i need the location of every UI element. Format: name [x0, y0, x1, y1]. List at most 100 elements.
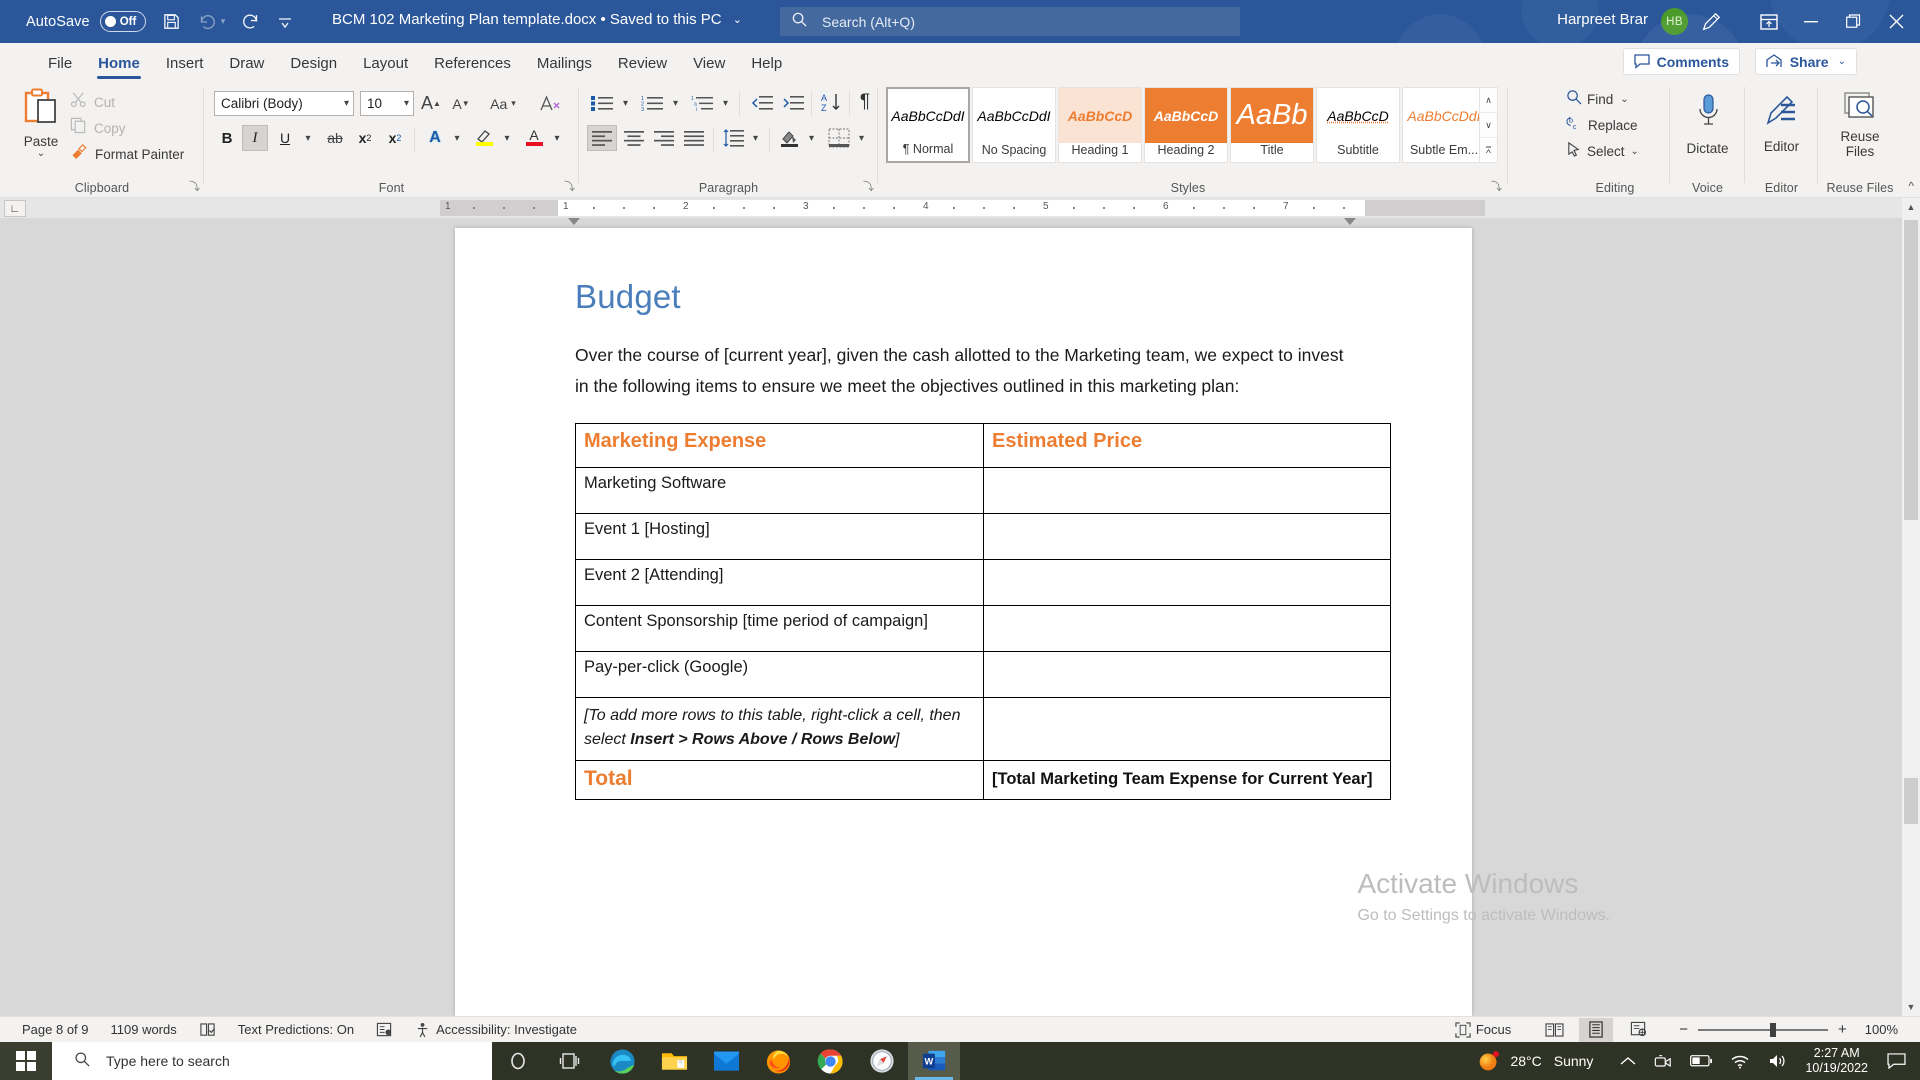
undo-icon[interactable]: ▾: [197, 13, 225, 31]
share-button[interactable]: Share ⌄: [1754, 48, 1857, 75]
superscript-button[interactable]: x2: [382, 125, 408, 151]
user-name[interactable]: Harpreet Brar: [1557, 11, 1648, 28]
styles-gallery-scroller[interactable]: ∧ ∨ ⩞: [1479, 87, 1498, 163]
web-layout-icon[interactable]: [1621, 1018, 1655, 1042]
cell-price[interactable]: [983, 651, 1391, 698]
mail-icon[interactable]: [700, 1042, 752, 1080]
horizontal-ruler[interactable]: 1 1 2 3 4 5 6 7: [440, 200, 1485, 216]
cell-expense[interactable]: Event 1 [Hosting]: [575, 513, 984, 560]
accessibility-icon[interactable]: [415, 1022, 431, 1038]
save-icon[interactable]: [162, 12, 181, 31]
numbering-chevron-icon[interactable]: ▾: [667, 90, 684, 116]
tab-view[interactable]: View: [681, 55, 737, 81]
display-settings-icon[interactable]: [376, 1022, 393, 1038]
taskbar-search-input[interactable]: Type here to search: [52, 1042, 492, 1080]
decrease-indent-icon[interactable]: [747, 90, 776, 116]
numbered-list-icon[interactable]: 123: [637, 90, 667, 116]
shading-chevron-icon[interactable]: ▾: [803, 125, 820, 151]
ribbon-display-options-icon[interactable]: [1746, 0, 1792, 43]
wifi-icon[interactable]: [1730, 1054, 1750, 1069]
dictate-button[interactable]: Dictate: [1670, 93, 1745, 156]
align-right-icon[interactable]: [649, 125, 679, 151]
collapse-ribbon-chevron-icon[interactable]: ^: [1908, 179, 1914, 193]
taskbar-clock[interactable]: 2:27 AM 10/19/2022: [1805, 1046, 1868, 1076]
proofing-errors-icon[interactable]: [199, 1022, 216, 1038]
action-center-icon[interactable]: [1887, 1053, 1906, 1069]
grow-font-icon[interactable]: A ▲: [418, 91, 444, 116]
font-name-combobox[interactable]: Calibri (Body) ▾: [214, 91, 354, 116]
cell-expense[interactable]: Content Sponsorship [time period of camp…: [575, 605, 984, 652]
replace-button[interactable]: bc Replace: [1566, 115, 1638, 136]
line-spacing-chevron-icon[interactable]: ▾: [747, 125, 764, 151]
show-formatting-marks-icon[interactable]: ¶: [853, 88, 877, 116]
subscript-button[interactable]: x2: [352, 125, 378, 151]
sort-icon[interactable]: AZ: [817, 88, 845, 116]
copy-button[interactable]: Copy: [70, 117, 126, 139]
bullet-list-icon[interactable]: [587, 90, 617, 116]
style-heading-1[interactable]: AaBbCcD Heading 1: [1058, 87, 1142, 163]
multilevel-chevron-icon[interactable]: ▾: [717, 90, 734, 116]
battery-icon[interactable]: [1690, 1055, 1713, 1067]
tab-stop-left-icon[interactable]: ∟: [4, 200, 26, 217]
find-chevron-icon[interactable]: ⌄: [1620, 94, 1628, 105]
tab-review[interactable]: Review: [606, 55, 679, 81]
firefox-icon[interactable]: [752, 1042, 804, 1080]
multilevel-list-icon[interactable]: 1ai: [687, 90, 717, 116]
microsoft-word-icon[interactable]: W: [908, 1042, 960, 1080]
cut-button[interactable]: Cut: [70, 91, 115, 113]
cell-note[interactable]: [To add more rows to this table, right-c…: [575, 697, 984, 761]
find-button[interactable]: Find ⌄: [1566, 89, 1629, 110]
paragraph-dialog-launcher[interactable]: ⤵: [863, 178, 874, 194]
scrollbar-thumb-lower[interactable]: [1904, 778, 1918, 824]
shrink-font-icon[interactable]: A ▼: [448, 91, 474, 116]
bullets-chevron-icon[interactable]: ▾: [617, 90, 634, 116]
style-heading-2[interactable]: AaBbCcD Heading 2: [1144, 87, 1228, 163]
zoom-slider-thumb[interactable]: [1769, 1022, 1776, 1037]
select-chevron-icon[interactable]: ⌄: [1631, 146, 1639, 157]
comments-button[interactable]: Comments: [1622, 48, 1740, 75]
table-row[interactable]: Pay-per-click (Google): [575, 651, 1391, 698]
focus-mode-icon[interactable]: [1455, 1021, 1471, 1038]
strikethrough-icon[interactable]: ab: [322, 125, 348, 151]
shading-icon[interactable]: [775, 123, 803, 151]
font-color-chevron-icon[interactable]: ▾: [548, 125, 566, 151]
chevron-down-icon[interactable]: ▾: [344, 98, 349, 109]
tab-references[interactable]: References: [422, 55, 523, 81]
print-layout-icon[interactable]: [1579, 1017, 1614, 1042]
cortana-icon[interactable]: [492, 1042, 544, 1080]
styles-more-icon[interactable]: ⩞: [1480, 138, 1497, 162]
styles-dialog-launcher[interactable]: ⤵: [1491, 178, 1502, 194]
cell-expense[interactable]: Event 2 [Attending]: [575, 559, 984, 606]
safari-icon[interactable]: [856, 1042, 908, 1080]
clipboard-dialog-launcher[interactable]: ⤵: [189, 178, 200, 194]
word-count-status[interactable]: 1109 words: [111, 1022, 177, 1037]
tab-file[interactable]: File: [36, 55, 84, 81]
font-color-icon[interactable]: A: [520, 123, 548, 151]
highlight-chevron-icon[interactable]: ▾: [498, 125, 516, 151]
document-page[interactable]: Budget Over the course of [current year]…: [455, 228, 1472, 1016]
styles-scroll-down-icon[interactable]: ∨: [1480, 113, 1497, 138]
tab-draw[interactable]: Draw: [217, 55, 276, 81]
font-size-combobox[interactable]: 10 ▾: [360, 91, 414, 116]
scroll-up-icon[interactable]: ▲: [1902, 198, 1920, 216]
ink-pen-icon[interactable]: [1688, 0, 1734, 43]
select-button[interactable]: Select ⌄: [1566, 141, 1639, 162]
increase-indent-icon[interactable]: [778, 90, 807, 116]
align-center-icon[interactable]: [619, 125, 649, 151]
scroll-down-icon[interactable]: ▼: [1902, 998, 1920, 1016]
text-predictions-status[interactable]: Text Predictions: On: [238, 1022, 354, 1037]
table-row[interactable]: Event 2 [Attending]: [575, 559, 1391, 606]
zoom-slider[interactable]: [1697, 1022, 1828, 1037]
autosave-toggle[interactable]: Off: [99, 11, 146, 32]
meet-now-icon[interactable]: [1654, 1054, 1672, 1069]
document-title[interactable]: BCM 102 Marketing Plan template.docx • S…: [332, 11, 742, 28]
google-chrome-icon[interactable]: [804, 1042, 856, 1080]
title-chevron-icon[interactable]: ⌄: [733, 14, 742, 26]
table-row[interactable]: Content Sponsorship [time period of camp…: [575, 605, 1391, 652]
cell-expense[interactable]: Marketing Software: [575, 467, 984, 514]
redo-icon[interactable]: [241, 12, 261, 31]
focus-label[interactable]: Focus: [1476, 1022, 1511, 1037]
text-highlight-icon[interactable]: [470, 123, 498, 151]
scrollbar-thumb[interactable]: [1904, 220, 1918, 520]
tab-design[interactable]: Design: [278, 55, 349, 81]
